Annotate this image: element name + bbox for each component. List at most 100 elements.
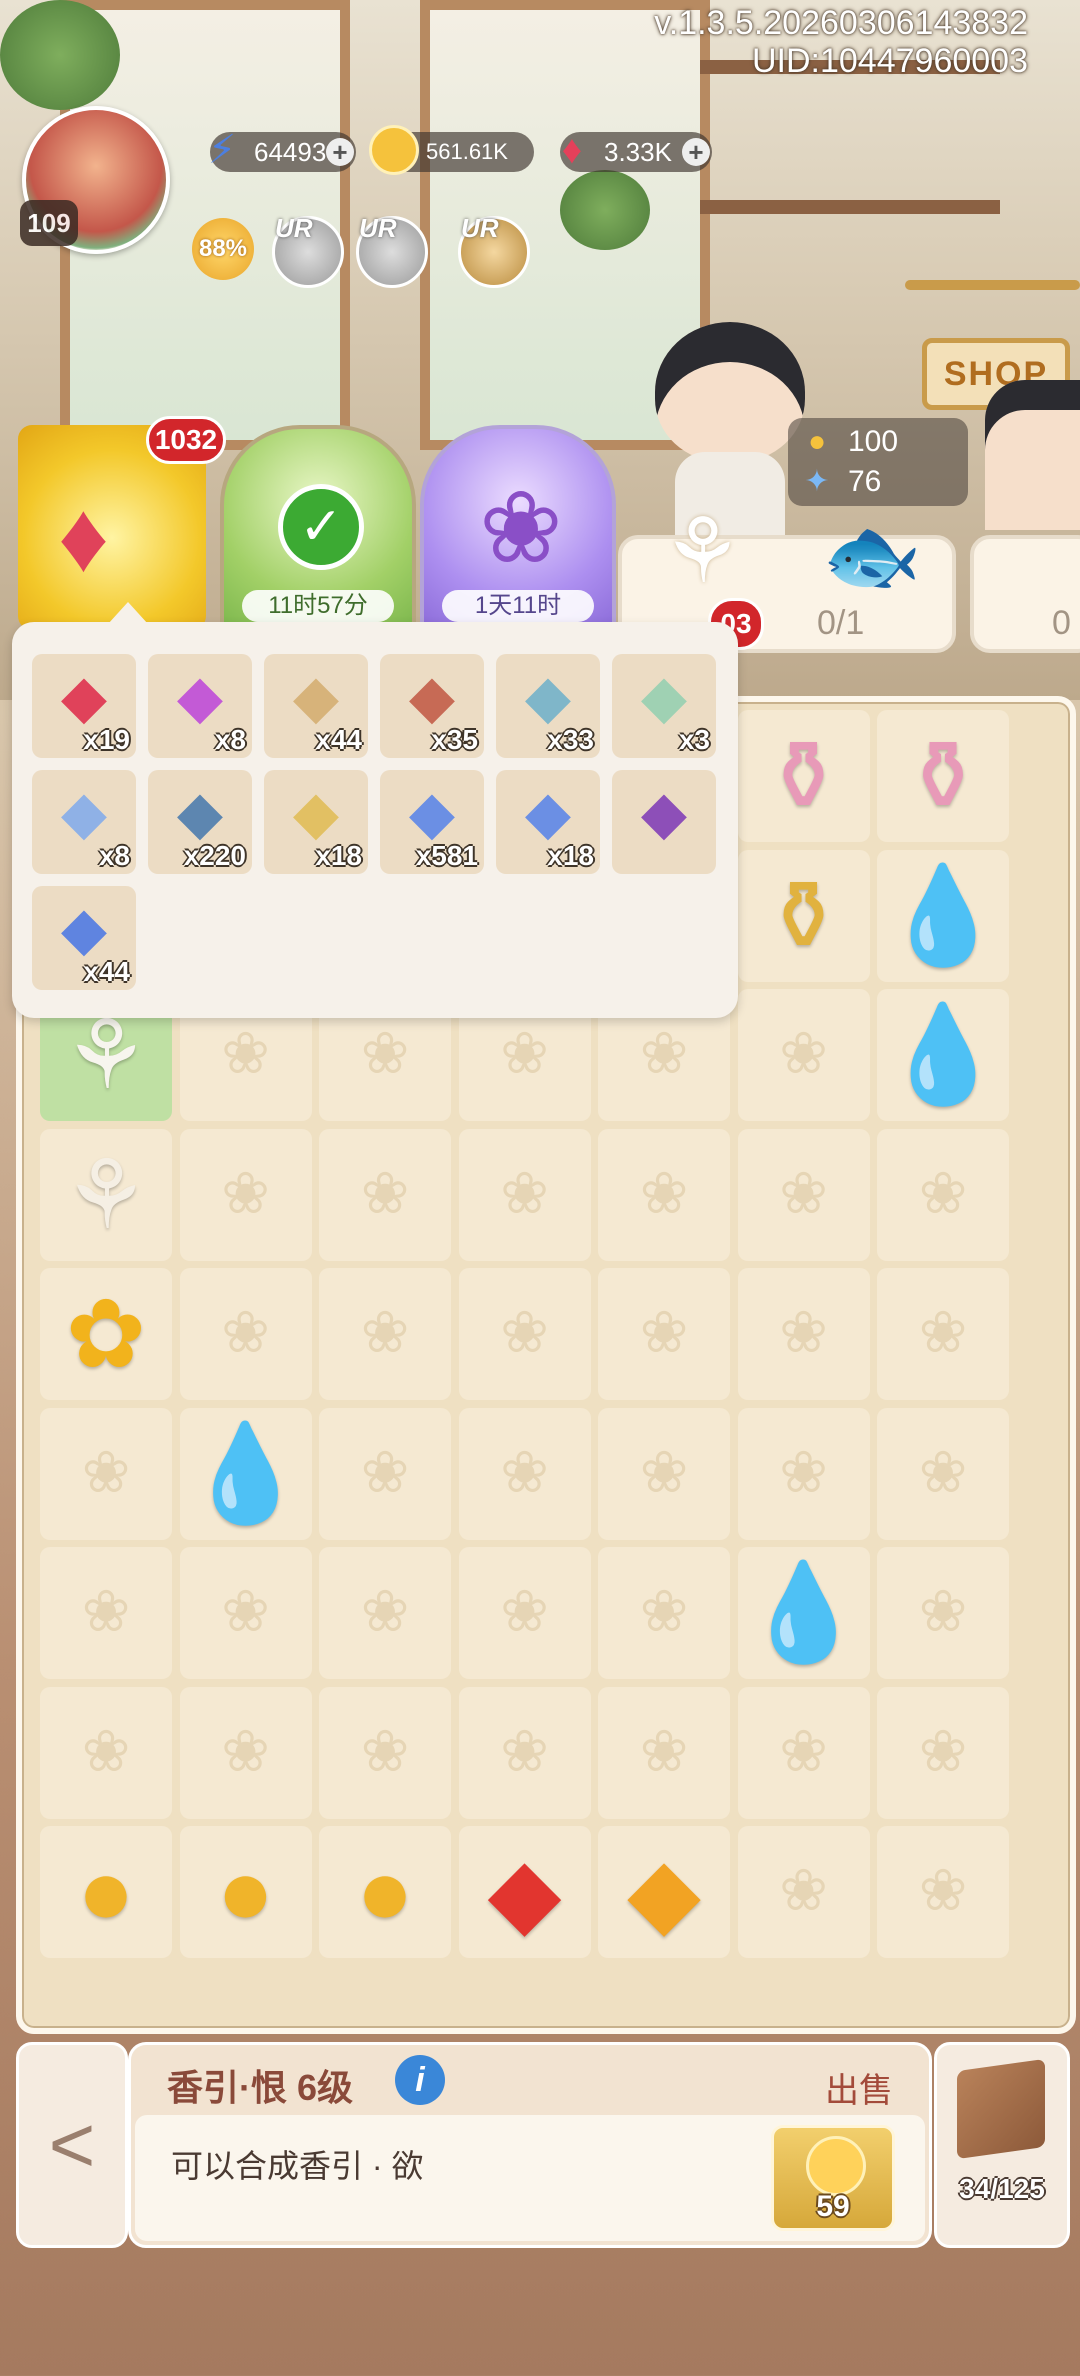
gold-coin-pile-icon[interactable]: ● <box>319 1826 451 1958</box>
board-cell[interactable]: 💧 <box>877 989 1009 1121</box>
add-energy-button[interactable]: + <box>326 138 354 166</box>
board-cell[interactable] <box>458 1407 591 1540</box>
perfume-bottle-pink-icon[interactable]: ⚱ <box>877 710 1009 842</box>
board-cell[interactable] <box>319 1128 451 1261</box>
board-cell[interactable] <box>877 1128 1009 1261</box>
board-cell[interactable]: 💧 <box>179 1407 312 1540</box>
board-cell[interactable] <box>737 1686 870 1819</box>
board-cell[interactable]: ◆ <box>598 1826 730 1958</box>
board-cell[interactable] <box>458 1268 591 1400</box>
reward-slot[interactable]: ◆ <box>612 770 716 874</box>
calla-lily-icon[interactable]: ⚘ <box>40 1129 172 1261</box>
board-cell[interactable] <box>598 1686 730 1819</box>
board-cell[interactable] <box>877 1407 1009 1540</box>
reward-quantity: x581 <box>415 840 478 871</box>
osmanthus-flower-icon[interactable]: ✿ <box>40 1268 172 1400</box>
board-cell[interactable] <box>737 1128 870 1261</box>
board-cell[interactable] <box>179 1547 312 1679</box>
board-cell[interactable]: 💧 <box>737 1547 870 1679</box>
sell-button[interactable]: 59 <box>771 2125 895 2231</box>
board-cell[interactable] <box>737 989 870 1121</box>
red-ruby-cluster-icon[interactable]: ◆ <box>459 1826 591 1958</box>
board-cell[interactable]: 💧 <box>877 849 1009 982</box>
board-cell[interactable] <box>458 1128 591 1261</box>
board-cell[interactable] <box>877 1826 1009 1958</box>
reward-slot[interactable]: ◆ x3 <box>612 654 716 758</box>
reward-slot[interactable]: ◆ x35 <box>380 654 484 758</box>
board-cell[interactable] <box>179 1268 312 1400</box>
board-cell[interactable]: ● <box>179 1826 312 1958</box>
board-cell[interactable] <box>319 1268 451 1400</box>
board-cell[interactable]: ⚘ <box>40 1128 172 1261</box>
blue-droplet-sad-icon[interactable]: 💧 <box>180 1408 312 1540</box>
board-cell[interactable] <box>877 1686 1009 1819</box>
gold-coin-icon[interactable]: ● <box>40 1826 172 1958</box>
board-cell[interactable] <box>40 1407 172 1540</box>
amber-crystal-icon[interactable]: ◆ <box>598 1826 730 1958</box>
energy-counter[interactable]: ⚡ 64493 + <box>208 130 356 172</box>
reward-slot[interactable]: ◆ x8 <box>148 654 252 758</box>
board-cell[interactable] <box>319 1407 451 1540</box>
board-cell[interactable] <box>877 1268 1009 1400</box>
board-cell[interactable] <box>737 1268 870 1400</box>
board-cell[interactable]: ⚱ <box>737 710 870 842</box>
order-card-2[interactable]: 0 <box>970 535 1080 653</box>
board-cell[interactable] <box>737 1826 870 1958</box>
board-cell[interactable] <box>737 1407 870 1540</box>
board-cell[interactable] <box>40 1686 172 1819</box>
red-droplet-angry-icon[interactable]: 💧 <box>877 850 1009 982</box>
pink-crystal-icon: ◆ <box>176 663 224 730</box>
reward-slot[interactable]: ◆ x33 <box>496 654 600 758</box>
board-cell[interactable] <box>179 1128 312 1261</box>
storage-button[interactable]: 34/125 <box>934 2042 1070 2248</box>
board-cell[interactable]: ● <box>40 1826 172 1958</box>
gem-counter[interactable]: ♦ 3.33K + <box>560 130 712 172</box>
item-description: 可以合成香引 · 欲 <box>171 2148 424 2184</box>
perfume-bottle-gold-icon[interactable]: ⚱ <box>738 850 870 982</box>
board-cell[interactable] <box>319 1547 451 1679</box>
ur-card-badge[interactable]: UR <box>458 213 530 288</box>
board-cell[interactable] <box>598 1128 730 1261</box>
board-cell[interactable]: ✿ <box>40 1268 172 1400</box>
npc-butterfly-reward: 76 <box>848 465 882 498</box>
board-cell[interactable] <box>598 1268 730 1400</box>
reward-slot[interactable]: ◆ x8 <box>32 770 136 874</box>
red-droplet-angry-icon[interactable]: 💧 <box>877 989 1009 1121</box>
ur-card-badge[interactable]: UR <box>272 213 344 288</box>
lavender-event-tile[interactable]: ❀ 1天11时 <box>420 425 616 638</box>
green-droplet-angry-icon[interactable]: 💧 <box>738 1547 870 1679</box>
board-cell[interactable] <box>40 1547 172 1679</box>
board-cell[interactable]: ● <box>319 1826 451 1958</box>
reward-slot[interactable]: ◆ x18 <box>264 770 368 874</box>
coin-counter[interactable]: 561.61K <box>369 125 534 175</box>
board-cell[interactable] <box>598 1547 730 1679</box>
ur-card-badge[interactable]: UR <box>356 213 428 288</box>
info-icon[interactable]: i <box>395 2055 445 2105</box>
reward-slot[interactable]: ◆ x44 <box>264 654 368 758</box>
reward-slot[interactable]: ◆ x18 <box>496 770 600 874</box>
up-boost-badge[interactable]: 88% <box>192 218 254 280</box>
back-button[interactable]: < <box>16 2042 128 2248</box>
board-cell[interactable] <box>877 1547 1009 1679</box>
board-cell[interactable]: ⚱ <box>877 710 1009 842</box>
add-gem-button[interactable]: + <box>682 138 710 166</box>
lavender-timer: 1天11时 <box>442 590 594 622</box>
reward-slot[interactable]: ◆ x44 <box>32 886 136 990</box>
reward-quantity: x18 <box>547 840 594 871</box>
board-cell[interactable] <box>458 1686 591 1819</box>
board-cell[interactable] <box>179 1686 312 1819</box>
reward-slot[interactable]: ◆ x581 <box>380 770 484 874</box>
energy-icon: ⚡ <box>207 128 237 172</box>
gold-coin-stack-icon[interactable]: ● <box>180 1826 312 1958</box>
perfume-bottle-pink-icon[interactable]: ⚱ <box>738 710 870 842</box>
reward-slot[interactable]: ◆ x19 <box>32 654 136 758</box>
ur-label: UR <box>461 213 499 243</box>
board-cell[interactable] <box>598 1407 730 1540</box>
daily-challenge-tile[interactable]: ✓ 11时57分 <box>220 425 416 638</box>
npc-customer-2[interactable] <box>985 380 1080 530</box>
reward-slot[interactable]: ◆ x220 <box>148 770 252 874</box>
board-cell[interactable]: ⚱ <box>737 849 870 982</box>
board-cell[interactable] <box>458 1547 591 1679</box>
board-cell[interactable]: ◆ <box>458 1826 591 1958</box>
board-cell[interactable] <box>319 1686 451 1819</box>
